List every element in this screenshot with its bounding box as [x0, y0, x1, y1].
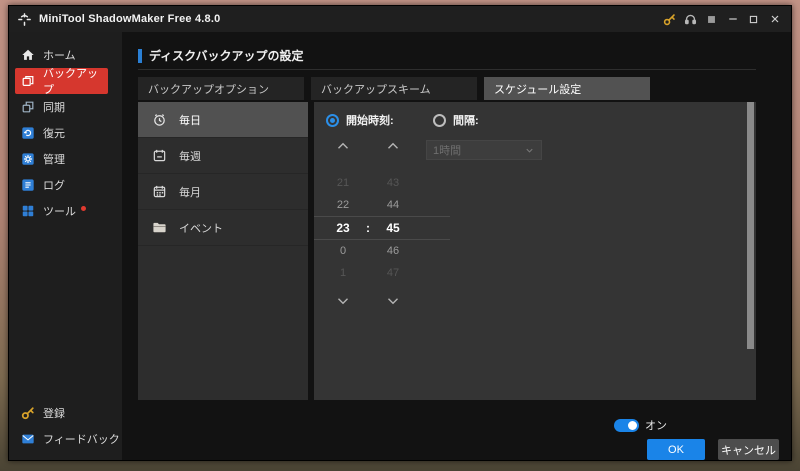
home-icon [21, 48, 35, 62]
sidebar-item-label: ホーム [43, 47, 76, 63]
interval-dropdown-value: 1時間 [433, 142, 461, 158]
minute-option-selected[interactable]: 45 [376, 221, 410, 235]
app-logo-icon [17, 12, 32, 27]
log-icon [21, 178, 35, 192]
sidebar-item-sync[interactable]: 同期 [9, 94, 122, 120]
manage-icon [21, 152, 35, 166]
minimize-icon[interactable] [722, 9, 743, 29]
alarm-clock-icon [152, 112, 167, 127]
sidebar-item-feedback[interactable]: フィードバック [9, 426, 122, 452]
hour-option[interactable]: 22 [326, 199, 360, 211]
interval-dropdown[interactable]: 1時間 [426, 140, 542, 160]
minute-option[interactable]: 44 [376, 199, 410, 211]
start-time-label: 開始時刻: [346, 112, 394, 128]
schedule-item-event[interactable]: イベント [138, 210, 308, 246]
hour-option[interactable]: 21 [326, 177, 360, 189]
selected-row-divider [314, 239, 450, 240]
sidebar-item-log[interactable]: ログ [9, 172, 122, 198]
square-icon[interactable] [701, 9, 722, 29]
sync-icon [21, 100, 35, 114]
key-icon [21, 406, 35, 420]
calendar-month-icon [152, 184, 167, 199]
sidebar-item-label: 復元 [43, 125, 65, 141]
maximize-icon[interactable] [743, 9, 764, 29]
mail-icon [21, 432, 35, 446]
sidebar-item-label: 管理 [43, 151, 65, 167]
sidebar-item-label: フィードバック [43, 431, 120, 447]
schedule-item-label: 毎日 [179, 112, 201, 128]
hour-option[interactable]: 0 [326, 245, 360, 257]
toggle-label: オン [645, 417, 667, 433]
schedule-item-label: 毎週 [179, 148, 201, 164]
restore-icon [21, 126, 35, 140]
sidebar-item-restore[interactable]: 復元 [9, 120, 122, 146]
schedule-item-monthly[interactable]: 毎月 [138, 174, 308, 210]
sidebar-item-backup[interactable]: バックアップ [15, 68, 108, 94]
tabs: バックアップオプション バックアップスキーム スケジュール設定 [138, 77, 650, 100]
sidebar: ホーム バックアップ 同期 復元 [9, 32, 122, 460]
headset-icon[interactable] [680, 9, 701, 29]
schedule-toggle-row: オン [614, 417, 667, 433]
minute-option[interactable]: 46 [376, 245, 410, 257]
hour-option[interactable]: 1 [326, 267, 360, 279]
toggle-knob [628, 421, 637, 430]
sidebar-item-label: ログ [43, 177, 65, 193]
selected-row-divider [314, 216, 450, 217]
key-icon[interactable] [659, 9, 680, 29]
schedule-item-weekly[interactable]: 毎週 [138, 138, 308, 174]
hour-down-icon[interactable] [331, 295, 355, 307]
app-window: MiniTool ShadowMaker Free 4.8.0 [8, 5, 792, 461]
folder-icon [152, 220, 167, 235]
schedule-panel: 毎日 毎週 毎月 イベ [138, 102, 756, 400]
radio-unselected-icon [433, 114, 446, 127]
schedule-item-daily[interactable]: 毎日 [138, 102, 308, 138]
schedule-item-label: 毎月 [179, 184, 201, 200]
main-content: ディスクバックアップの設定 バックアップオプション バックアップスキーム スケジ… [122, 32, 791, 460]
sidebar-item-label: 登録 [43, 405, 65, 421]
hour-up-icon[interactable] [331, 140, 355, 152]
header-accent-bar [138, 49, 142, 63]
start-time-radio[interactable]: 開始時刻: [326, 112, 394, 128]
titlebar: MiniTool ShadowMaker Free 4.8.0 [9, 6, 791, 32]
sidebar-item-label: バックアップ [43, 65, 108, 97]
schedule-item-label: イベント [179, 220, 223, 236]
sidebar-item-manage[interactable]: 管理 [9, 146, 122, 172]
page-title: ディスクバックアップの設定 [149, 47, 304, 64]
sidebar-item-register[interactable]: 登録 [9, 400, 122, 426]
radio-selected-icon [326, 114, 339, 127]
minute-option[interactable]: 47 [376, 267, 410, 279]
scrollbar-thumb[interactable] [747, 102, 754, 349]
page-header: ディスクバックアップの設定 [138, 47, 304, 64]
calendar-week-icon [152, 148, 167, 163]
cancel-button[interactable]: キャンセル [718, 439, 779, 460]
tools-icon [21, 204, 35, 218]
schedule-detail-panel: 開始時刻: 間隔: 1時間 [314, 102, 756, 400]
minute-down-icon[interactable] [381, 295, 405, 307]
schedule-toggle[interactable] [614, 419, 639, 432]
schedule-menu: 毎日 毎週 毎月 イベ [138, 102, 308, 400]
interval-label: 間隔: [453, 112, 479, 128]
minute-up-icon[interactable] [381, 140, 405, 152]
interval-radio[interactable]: 間隔: [433, 112, 479, 128]
minute-option[interactable]: 43 [376, 177, 410, 189]
tab-backup-scheme[interactable]: バックアップスキーム [311, 77, 477, 100]
sidebar-item-tools[interactable]: ツール [9, 198, 122, 224]
sidebar-item-label: ツール [43, 203, 76, 219]
backup-icon [21, 74, 35, 88]
close-icon[interactable] [764, 9, 785, 29]
header-divider [138, 69, 756, 70]
tab-schedule-settings[interactable]: スケジュール設定 [484, 77, 650, 100]
tools-badge [81, 206, 86, 211]
tab-backup-options[interactable]: バックアップオプション [138, 77, 304, 100]
chevron-down-icon [524, 145, 535, 156]
window-title: MiniTool ShadowMaker Free 4.8.0 [39, 13, 220, 25]
ok-button[interactable]: OK [647, 439, 705, 460]
sidebar-item-label: 同期 [43, 99, 65, 115]
